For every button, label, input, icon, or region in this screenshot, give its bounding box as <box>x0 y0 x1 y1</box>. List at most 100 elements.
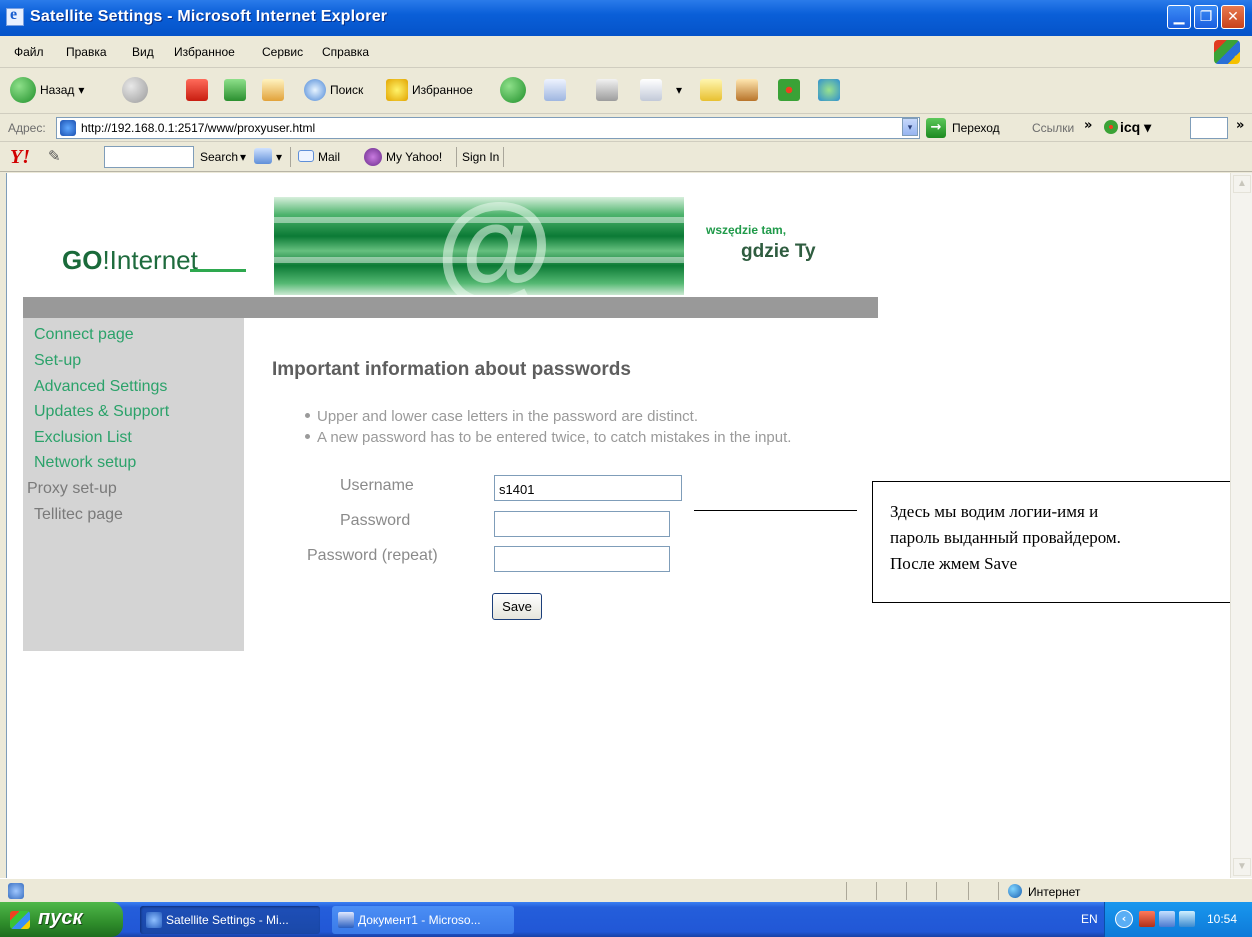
tray-network-icon[interactable] <box>1159 911 1175 927</box>
nav-tellitec-page[interactable]: Tellitec page <box>34 506 123 524</box>
yahoo-toolbar-dropdown-icon[interactable]: ▾ <box>276 150 282 164</box>
pen-icon[interactable]: ✎ <box>48 147 61 165</box>
edit-dropdown-button[interactable]: ▾ <box>672 74 682 106</box>
sign-in-button[interactable]: Sign In <box>462 150 499 164</box>
nav-exclusion-list[interactable]: Exclusion List <box>34 429 132 447</box>
tray-volume-icon[interactable] <box>1179 911 1195 927</box>
favorites-star-icon <box>386 79 408 101</box>
nav-advanced-settings[interactable]: Advanced Settings <box>34 378 167 396</box>
back-dropdown-icon[interactable]: ▾ <box>78 83 84 97</box>
password-label: Password <box>340 512 411 529</box>
username-input[interactable]: s1401 <box>494 475 682 501</box>
my-yahoo-button[interactable]: My Yahoo! <box>386 150 442 164</box>
toolbar-separator <box>456 147 457 167</box>
tagline-line-1: wszędzie tam, <box>706 223 787 237</box>
maximize-button[interactable]: ❐ <box>1194 5 1218 29</box>
callout-line <box>694 510 857 511</box>
yahoo-search-dropdown-icon[interactable]: ▾ <box>240 150 246 164</box>
icq-flower-icon <box>778 79 800 101</box>
nav-set-up[interactable]: Set-up <box>34 352 81 370</box>
ie-window: Satellite Settings - Microsoft Internet … <box>0 0 1252 937</box>
tray-app-icon[interactable] <box>1139 911 1155 927</box>
yahoo-logo[interactable]: Y! <box>10 146 30 169</box>
yahoo-search-button[interactable]: Search <box>200 150 238 164</box>
home-button[interactable] <box>262 74 284 106</box>
stop-button[interactable] <box>186 74 208 106</box>
password-input[interactable] <box>494 511 670 537</box>
forward-button[interactable] <box>122 74 148 106</box>
search-button[interactable]: Поиск <box>304 74 363 106</box>
icq-input[interactable] <box>1190 117 1228 139</box>
mail-button[interactable] <box>544 74 566 106</box>
yahoo-search-input[interactable] <box>104 146 194 168</box>
scroll-down-icon[interactable]: ▼ <box>1233 858 1251 876</box>
status-divider <box>876 882 877 900</box>
edit-dropdown-icon: ▾ <box>676 83 683 97</box>
menu-tools[interactable]: Сервис <box>262 45 303 59</box>
address-url[interactable]: http://192.168.0.1:2517/www/proxyuser.ht… <box>81 121 315 135</box>
title-bar[interactable]: Satellite Settings - Microsoft Internet … <box>0 0 1252 36</box>
refresh-button[interactable] <box>224 74 246 106</box>
icq-button[interactable]: icq ▾ <box>1104 119 1151 136</box>
menu-file[interactable]: Файл <box>14 45 44 59</box>
edit-button[interactable] <box>640 74 662 106</box>
links-label[interactable]: Ссылки <box>1032 121 1074 135</box>
icq-dropdown-icon[interactable]: ▾ <box>1144 119 1151 135</box>
toolbar-chevron-icon[interactable]: » <box>1236 118 1244 133</box>
minimize-icon: ▁ <box>1173 9 1185 25</box>
password-repeat-input[interactable] <box>494 546 670 572</box>
tray-clock[interactable]: 10:54 <box>1207 912 1237 926</box>
nav-proxy-set-up[interactable]: Proxy set-up <box>27 480 117 498</box>
minimize-button[interactable]: ▁ <box>1167 5 1191 29</box>
menu-favorites[interactable]: Избранное <box>174 45 235 59</box>
go-internet-logo[interactable]: GO!Internet <box>62 245 198 276</box>
toolbar-separator <box>290 147 291 167</box>
nav-connect-page[interactable]: Connect page <box>34 326 134 344</box>
annotation-callout: Здесь мы водим логии-имя и пароль выданн… <box>872 481 1252 603</box>
nav-network-setup[interactable]: Network setup <box>34 454 136 472</box>
start-button[interactable]: пуск <box>0 902 123 937</box>
go-arrow-icon[interactable]: → <box>926 118 946 138</box>
address-input[interactable]: http://192.168.0.1:2517/www/proxyuser.ht… <box>56 117 920 139</box>
forward-arrow-icon <box>122 77 148 103</box>
nav-updates-support[interactable]: Updates & Support <box>34 403 169 421</box>
print-button[interactable] <box>596 74 618 106</box>
history-icon <box>500 77 526 103</box>
language-indicator[interactable]: EN <box>1081 912 1098 926</box>
start-label: пуск <box>38 907 83 929</box>
vertical-scrollbar[interactable]: ▲ ▼ <box>1230 173 1252 878</box>
save-button[interactable]: Save <box>492 593 542 620</box>
menu-help[interactable]: Справка <box>322 45 369 59</box>
menu-bar: Файл Правка Вид Избранное Сервис Справка <box>0 36 1252 68</box>
favorites-button[interactable]: Избранное <box>386 74 473 106</box>
menu-view[interactable]: Вид <box>132 45 154 59</box>
links-chevron-icon[interactable]: » <box>1084 118 1092 133</box>
messenger-button[interactable] <box>818 74 840 106</box>
history-button[interactable] <box>500 74 526 106</box>
tray-expand-icon[interactable]: ‹ <box>1115 910 1133 928</box>
taskbar-item-ie[interactable]: Satellite Settings - Mi... <box>140 906 320 934</box>
back-arrow-icon <box>10 77 36 103</box>
sidebar-nav: Connect page Set-up Advanced Settings Up… <box>23 318 244 651</box>
yahoo-toolbar-icon[interactable] <box>254 148 272 164</box>
close-button[interactable]: ✕ <box>1221 5 1245 29</box>
back-button[interactable]: Назад ▾ <box>10 74 84 106</box>
icq-flower-icon <box>1104 120 1118 134</box>
ie-app-icon[interactable] <box>6 6 24 26</box>
yahoo-mail-button[interactable]: Mail <box>318 150 340 164</box>
taskbar-item-word[interactable]: Документ1 - Microso... <box>332 906 514 934</box>
go-button[interactable]: Переход <box>952 121 1000 135</box>
address-dropdown-icon[interactable]: ▾ <box>902 118 918 136</box>
menu-edit[interactable]: Правка <box>66 45 107 59</box>
at-sign-graphic: @ <box>434 197 552 295</box>
standard-toolbar: Назад ▾ Поиск Избранное ▾ <box>0 68 1252 114</box>
status-divider <box>968 882 969 900</box>
scroll-up-icon[interactable]: ▲ <box>1233 175 1251 193</box>
folder-button[interactable] <box>700 74 722 106</box>
ie-task-icon <box>146 912 162 928</box>
status-divider <box>906 882 907 900</box>
word-edit-icon <box>640 79 662 101</box>
icq-toolbar-button[interactable] <box>778 74 800 106</box>
header-banner: @ <box>274 197 684 295</box>
research-button[interactable] <box>736 74 758 106</box>
